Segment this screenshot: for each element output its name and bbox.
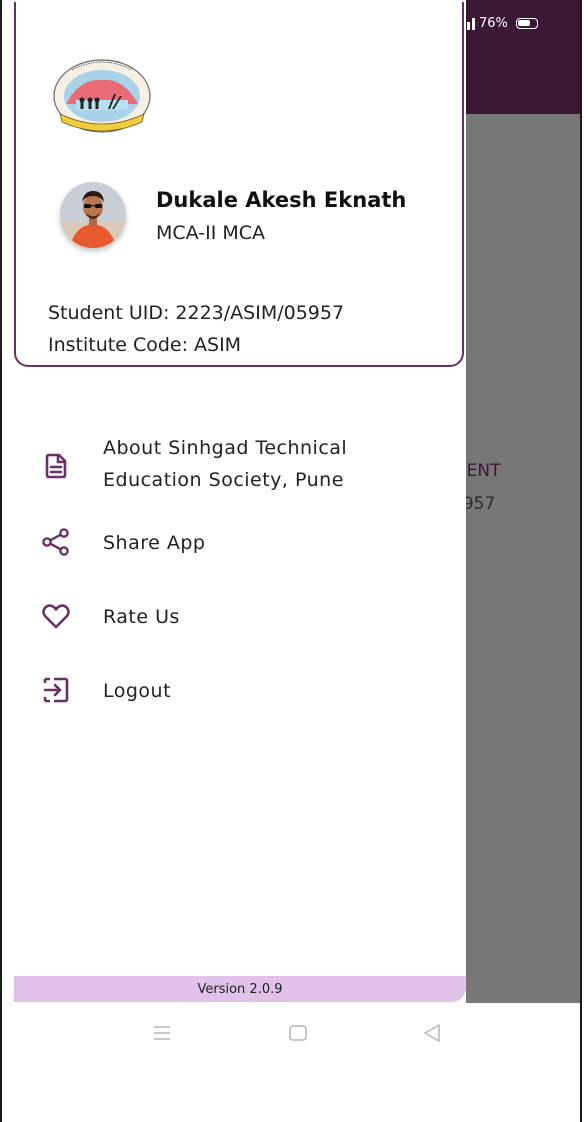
battery-percentage: 76% <box>479 16 508 31</box>
status-bar: 76% <box>462 16 538 31</box>
document-icon <box>45 453 67 479</box>
frame-border-right <box>580 0 582 1122</box>
battery-icon <box>515 18 538 29</box>
institute-code: Institute Code: ASIM <box>48 334 242 356</box>
student-course: MCA-II MCA <box>156 222 265 244</box>
menu-item-label: Share App <box>103 532 206 554</box>
menu-item-rate-us[interactable]: Rate Us <box>2 600 464 636</box>
sinhgad-society-logo <box>53 59 151 133</box>
back-icon[interactable] <box>420 1021 444 1045</box>
profile-card: Dukale Akesh Eknath MCA-II MCA Student U… <box>14 2 464 367</box>
screen: MENT 5957 76% Dukale Akesh Eknath MCA-II… <box>0 0 588 1122</box>
menu-item-label: Rate Us <box>103 606 180 628</box>
menu-item-share-app[interactable]: Share App <box>2 526 464 562</box>
share-icon <box>42 528 69 556</box>
menu-item-label: About Sinhgad Technical Education Societ… <box>103 437 348 491</box>
recents-icon[interactable] <box>150 1021 174 1045</box>
logout-icon <box>43 677 69 703</box>
menu-item-about[interactable]: About Sinhgad Technical Education Societ… <box>2 432 464 498</box>
system-navigation-bar <box>2 1003 580 1061</box>
navigation-drawer: Dukale Akesh Eknath MCA-II MCA Student U… <box>2 0 466 1003</box>
student-uid: Student UID: 2223/ASIM/05957 <box>48 302 345 324</box>
home-icon[interactable] <box>286 1021 310 1045</box>
frame-border-left <box>0 0 2 1122</box>
student-name: Dukale Akesh Eknath <box>156 188 407 212</box>
avatar-photo <box>60 182 126 248</box>
menu-item-logout[interactable]: Logout <box>2 674 464 710</box>
menu-item-label: Logout <box>103 680 172 702</box>
avatar <box>60 182 126 248</box>
app-version: Version 2.0.9 <box>14 976 466 1002</box>
heart-icon <box>42 604 70 629</box>
